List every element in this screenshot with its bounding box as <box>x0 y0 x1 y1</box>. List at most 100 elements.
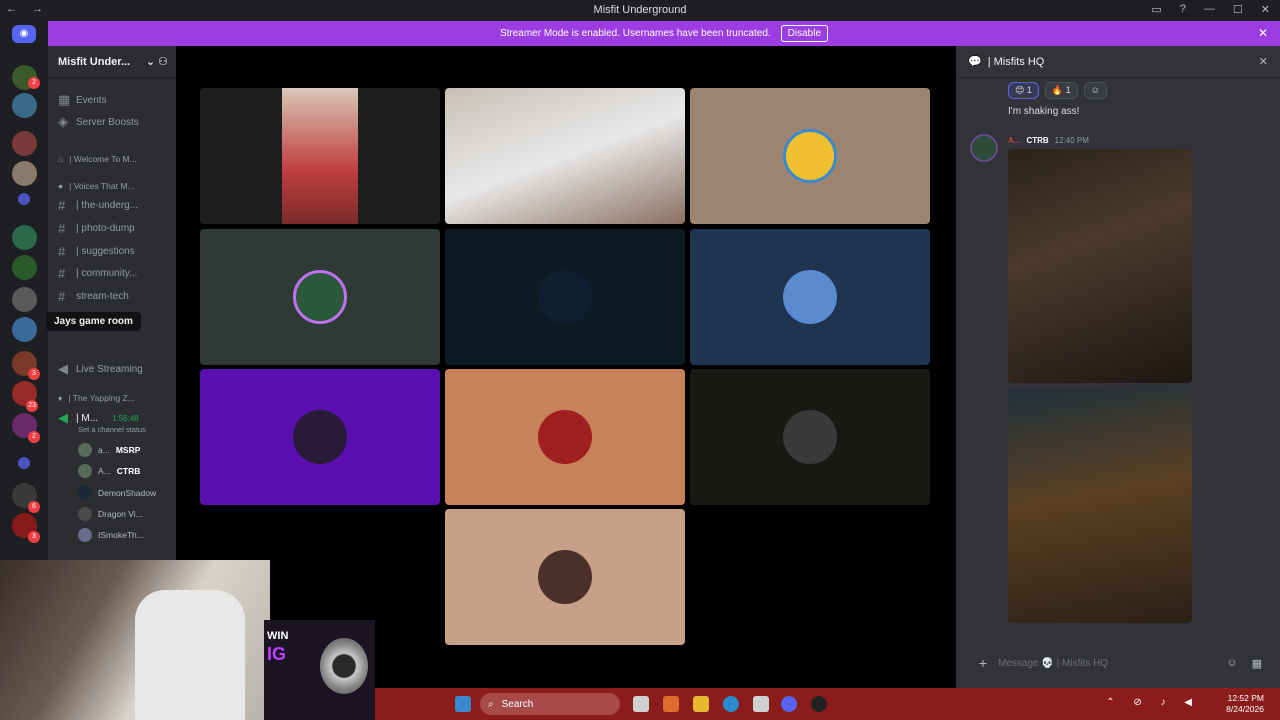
streamer-webcam-overlay <box>0 560 270 720</box>
video-tile[interactable] <box>445 369 685 505</box>
apps-icon[interactable]: ▦ <box>1252 657 1262 670</box>
hash-icon: # <box>58 266 66 281</box>
category-voices[interactable]: ● | Voices That M... <box>58 181 168 191</box>
image-attachment[interactable] <box>1008 389 1192 623</box>
add-attachment-icon[interactable]: + <box>968 655 998 671</box>
avatar <box>293 410 347 464</box>
video-tile[interactable] <box>690 88 930 224</box>
hash-icon: # <box>58 198 66 213</box>
message-header: A... CTRB 12:40 PM <box>1008 136 1089 145</box>
system-tray-icons[interactable]: ⌃ ⊘ ♪ ◀ <box>1106 697 1200 708</box>
channel-community[interactable]: # | community... <box>58 266 137 281</box>
folder-icon[interactable] <box>18 457 30 469</box>
channel-the-underground[interactable]: # | the-underg... <box>58 198 138 213</box>
author-name[interactable]: A... <box>1008 136 1020 145</box>
task-view-icon[interactable] <box>633 696 649 712</box>
video-tile[interactable] <box>445 88 685 224</box>
sidebar-item-boosts[interactable]: ◈ Server Boosts <box>58 114 139 130</box>
video-tile[interactable] <box>690 229 930 365</box>
server-icon[interactable] <box>12 93 37 118</box>
window-title: Misfit Underground <box>593 4 687 16</box>
avatar[interactable] <box>970 134 998 162</box>
obs-icon[interactable] <box>811 696 827 712</box>
reaction-button[interactable]: 😊 1 <box>1008 82 1039 99</box>
add-reaction-icon[interactable]: ☺ <box>1083 82 1107 99</box>
disable-button[interactable]: Disable <box>780 25 829 42</box>
close-button[interactable]: ✕ <box>1261 3 1270 16</box>
file-explorer-icon[interactable] <box>693 696 709 712</box>
title-bar: ← → Misfit Underground ▭ ? — ☐ ✕ <box>0 0 1280 21</box>
close-icon[interactable]: ✕ <box>1259 55 1268 68</box>
video-tile[interactable] <box>445 229 685 365</box>
image-attachment[interactable] <box>1008 149 1192 383</box>
chat-panel: 💬 | Misfits HQ ✕ 😊 1 🔥 1 ☺ I'm shaking a… <box>956 46 1280 688</box>
server-icon[interactable] <box>12 131 37 156</box>
channel-name: | Misfits HQ <box>987 55 1045 68</box>
discord-icon[interactable] <box>781 696 797 712</box>
reaction-bar: 😊 1 🔥 1 ☺ <box>1008 82 1107 99</box>
voice-user[interactable]: Dragon Vi... <box>78 507 143 521</box>
edge-icon[interactable] <box>723 696 739 712</box>
server-icon[interactable] <box>12 317 37 342</box>
copilot-icon[interactable] <box>663 696 679 712</box>
avatar <box>78 486 92 500</box>
avatar <box>293 270 347 324</box>
windows-start-icon[interactable] <box>455 696 471 712</box>
server-header[interactable]: Misfit Under... ⌄ ⚇ <box>48 46 176 78</box>
server-icon[interactable] <box>12 287 37 312</box>
video-tile[interactable] <box>690 369 930 505</box>
channel-suggestions[interactable]: # | suggestions <box>58 244 135 259</box>
voice-channel-active[interactable]: ◀ | M... 1:56:48 <box>58 410 139 426</box>
video-tile[interactable] <box>200 369 440 505</box>
category-icon: ⌂ <box>58 154 64 164</box>
avatar <box>78 443 92 457</box>
help-icon[interactable]: ? <box>1180 3 1186 16</box>
channel-photo-dump[interactable]: # | photo-dump <box>58 221 135 236</box>
channel-live-streaming[interactable]: ◀ Live Streaming <box>58 361 143 377</box>
server-icon[interactable] <box>12 255 37 280</box>
category-yapping[interactable]: ♦ | The Yapping Z... <box>58 393 168 403</box>
composer-input[interactable]: Message 💀 | Misfits HQ <box>998 658 1108 669</box>
chat-header: 💬 | Misfits HQ ✕ <box>956 46 1280 78</box>
discord-home-icon[interactable]: ◉ <box>12 25 36 43</box>
store-icon[interactable] <box>753 696 769 712</box>
category-welcome[interactable]: ⌂ | Welcome To M... <box>58 154 168 164</box>
reaction-button[interactable]: 🔥 1 <box>1044 82 1078 99</box>
maximize-button[interactable]: ☐ <box>1233 3 1243 16</box>
voice-user[interactable]: A... CTRB <box>78 464 140 478</box>
voice-timer: 1:56:48 <box>112 413 139 423</box>
tooltip-jays-game-room: Jays game room <box>46 312 141 331</box>
voice-user[interactable]: DemonShadow <box>78 486 156 500</box>
voice-user[interactable]: a... MSRP <box>78 443 140 457</box>
sidebar-item-events[interactable]: ▦ Events <box>58 92 107 108</box>
message-composer[interactable]: + Message 💀 | Misfits HQ ☺ ▦ <box>968 650 1268 676</box>
unread-badge: 2 <box>28 431 40 443</box>
watch-image <box>320 638 368 694</box>
webcam-feed <box>282 88 358 224</box>
minimize-button[interactable]: — <box>1204 3 1215 16</box>
emoji-icon[interactable]: ☺ <box>1226 657 1237 670</box>
video-tile[interactable] <box>445 509 685 645</box>
video-tile[interactable] <box>200 88 440 224</box>
category-icon: ● <box>58 181 64 191</box>
avatar <box>538 270 592 324</box>
banner-close-icon[interactable]: ✕ <box>1258 26 1268 40</box>
voice-user[interactable]: ISmokeTh... <box>78 528 144 542</box>
channel-status[interactable]: Set a channel status <box>78 425 146 434</box>
avatar <box>783 410 837 464</box>
chevron-down-icon[interactable]: ⌄ ⚇ <box>146 55 168 68</box>
avatar <box>78 507 92 521</box>
inbox-icon[interactable]: ▭ <box>1151 3 1161 16</box>
server-icon[interactable] <box>12 161 37 186</box>
clock[interactable]: 12:52 PM 8/24/2026 <box>1226 693 1264 715</box>
server-icon[interactable] <box>12 225 37 250</box>
channel-stream-tech[interactable]: # stream-tech <box>58 289 129 304</box>
avatar <box>783 270 837 324</box>
unread-badge: 23 <box>26 400 38 412</box>
unread-badge: 3 <box>28 368 40 380</box>
server-name: Misfit Under... <box>58 55 131 68</box>
taskbar-search[interactable]: ⌕ Search <box>480 693 620 715</box>
video-tile[interactable] <box>200 229 440 365</box>
category-icon: ♦ <box>58 393 63 403</box>
folder-icon[interactable] <box>18 193 30 205</box>
